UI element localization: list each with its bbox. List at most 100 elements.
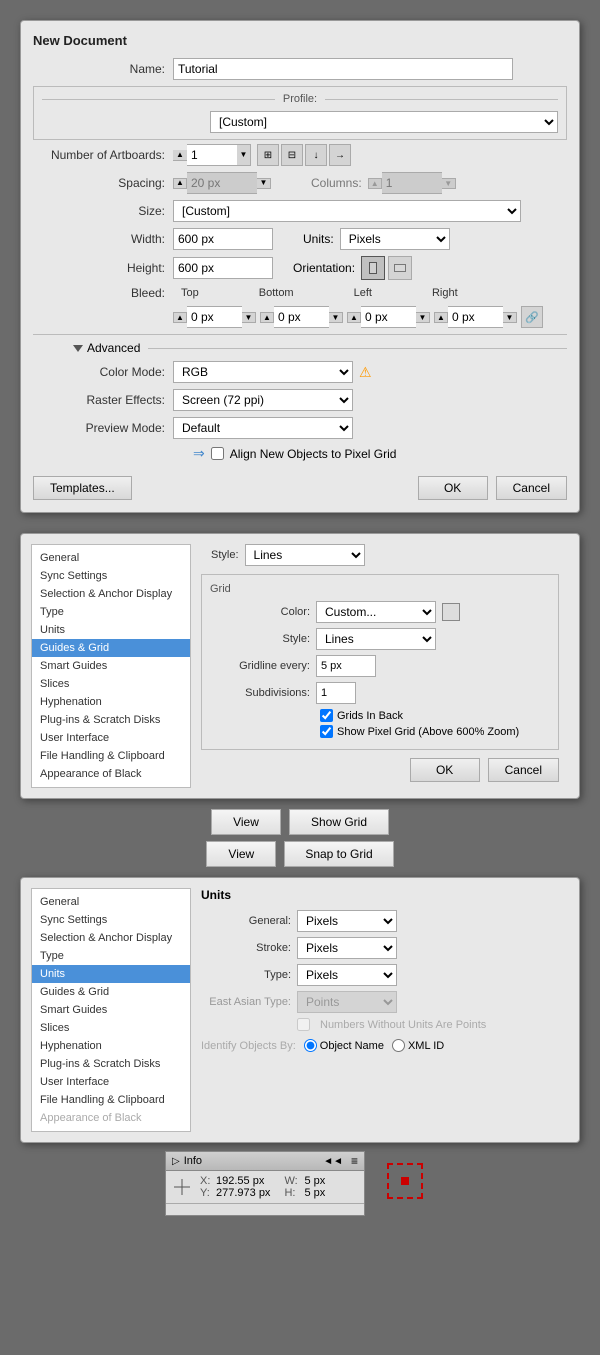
bleed-left-input[interactable]	[361, 306, 416, 328]
bleed-top-spinner[interactable]: ▲ ▼	[173, 306, 256, 328]
name-label: Name:	[33, 62, 173, 76]
sidebar-item-plugins[interactable]: Plug-ins & Scratch Disks	[32, 711, 190, 729]
cancel-button[interactable]: Cancel	[496, 476, 567, 500]
landscape-btn[interactable]	[388, 256, 412, 280]
columns-spinner: ▲ ▼	[368, 172, 456, 194]
grid-layout-btn[interactable]: ⊞	[257, 144, 279, 166]
advanced-toggle[interactable]: Advanced	[73, 341, 567, 355]
guides-style-select[interactable]: Lines	[245, 544, 365, 566]
bleed-left-spinner[interactable]: ▲ ▼	[347, 306, 430, 328]
sidebar-item-ui[interactable]: User Interface	[32, 729, 190, 747]
grid-style-label: Style:	[210, 633, 310, 645]
bleed-right-header: Right	[432, 287, 458, 299]
bottom-sidebar-slices[interactable]: Slices	[32, 1019, 190, 1037]
bottom-sidebar-guides[interactable]: Guides & Grid	[32, 983, 190, 1001]
gridline-every-input[interactable]	[316, 655, 376, 677]
artboards-input[interactable]	[187, 144, 237, 166]
color-mode-select[interactable]: RGB	[173, 361, 353, 383]
preview-mode-row: Preview Mode: Default	[33, 417, 567, 439]
info-triangle-icon: ▷	[172, 1156, 180, 1167]
preview-mode-label: Preview Mode:	[33, 421, 173, 435]
sidebar-item-file-handling[interactable]: File Handling & Clipboard	[32, 747, 190, 765]
bleed-top-input[interactable]	[187, 306, 242, 328]
view-btn-1[interactable]: View	[211, 809, 281, 835]
bleed-right-input[interactable]	[448, 306, 503, 328]
ok-cancel-group: OK Cancel	[418, 476, 567, 500]
show-grid-btn[interactable]: Show Grid	[289, 809, 389, 835]
portrait-btn[interactable]	[361, 256, 385, 280]
spacing-spinner[interactable]: ▲ ▼	[173, 172, 271, 194]
sidebar-item-appearance[interactable]: Appearance of Black	[32, 765, 190, 783]
profile-select[interactable]: [Custom]	[210, 111, 558, 133]
sidebar-item-general[interactable]: General	[32, 549, 190, 567]
height-input[interactable]	[173, 257, 273, 279]
size-select[interactable]: [Custom]	[173, 200, 521, 222]
view-btn-2[interactable]: View	[206, 841, 276, 867]
preview-mode-select[interactable]: Default	[173, 417, 353, 439]
templates-button[interactable]: Templates...	[33, 476, 132, 500]
general-units-select[interactable]: Pixels	[297, 910, 397, 932]
red-square-preview	[375, 1151, 435, 1211]
artboards-spinner[interactable]: ▲ ▼	[173, 144, 251, 166]
east-asian-label: East Asian Type:	[201, 996, 291, 1008]
sidebar-item-hyphenation[interactable]: Hyphenation	[32, 693, 190, 711]
bottom-sidebar-file-handling[interactable]: File Handling & Clipboard	[32, 1091, 190, 1109]
grid-color-select[interactable]: Custom...	[316, 601, 436, 623]
artboards-spin-up[interactable]: ▲	[173, 150, 187, 161]
bottom-sidebar-plugins[interactable]: Plug-ins & Scratch Disks	[32, 1055, 190, 1073]
sidebar-item-units[interactable]: Units	[32, 621, 190, 639]
link-bleed-btn[interactable]: 🔗	[521, 306, 543, 328]
bottom-sidebar-sync[interactable]: Sync Settings	[32, 911, 190, 929]
sidebar-item-smart-guides[interactable]: Smart Guides	[32, 657, 190, 675]
bleed-right-spinner[interactable]: ▲ ▼	[434, 306, 517, 328]
width-input[interactable]	[173, 228, 273, 250]
artboards-spin-down[interactable]: ▼	[237, 144, 251, 166]
info-w-row: W: 5 px	[284, 1175, 325, 1187]
bleed-headers: Top Bottom Left Right	[181, 287, 458, 299]
h-label: H:	[284, 1187, 300, 1199]
bottom-sidebar-type[interactable]: Type	[32, 947, 190, 965]
stroke-units-select[interactable]: Pixels	[297, 937, 397, 959]
bottom-sidebar-appearance[interactable]: Appearance of Black	[32, 1109, 190, 1127]
sidebar-item-guides[interactable]: Guides & Grid	[32, 639, 190, 657]
name-input[interactable]	[173, 58, 513, 80]
bottom-sidebar-units[interactable]: Units	[32, 965, 190, 983]
show-pixel-grid-checkbox[interactable]	[320, 725, 333, 738]
prefs-sidebar: General Sync Settings Selection & Anchor…	[31, 544, 191, 788]
sidebar-item-sync[interactable]: Sync Settings	[32, 567, 190, 585]
raster-effects-select[interactable]: Screen (72 ppi)	[173, 389, 353, 411]
arrow-down-btn[interactable]: ↓	[305, 144, 327, 166]
middle-prefs-cancel-btn[interactable]: Cancel	[488, 758, 559, 782]
middle-prefs-ok-btn[interactable]: OK	[410, 758, 480, 782]
sidebar-item-type[interactable]: Type	[32, 603, 190, 621]
bottom-sidebar-hyphenation[interactable]: Hyphenation	[32, 1037, 190, 1055]
height-row: Height: Orientation:	[33, 256, 567, 280]
bottom-sidebar-selection[interactable]: Selection & Anchor Display	[32, 929, 190, 947]
units-select[interactable]: Pixels	[340, 228, 450, 250]
ok-button[interactable]: OK	[418, 476, 488, 500]
bottom-sidebar-general[interactable]: General	[32, 893, 190, 911]
xml-id-radio[interactable]	[392, 1039, 405, 1052]
bleed-bottom-input[interactable]	[274, 306, 329, 328]
sidebar-item-selection[interactable]: Selection & Anchor Display	[32, 585, 190, 603]
grids-in-back-label: Grids In Back	[337, 710, 403, 722]
bleed-bottom-spinner[interactable]: ▲ ▼	[260, 306, 343, 328]
type-units-select[interactable]: Pixels	[297, 964, 397, 986]
grid-color-swatch[interactable]	[442, 603, 460, 621]
snap-to-grid-btn[interactable]: Snap to Grid	[284, 841, 393, 867]
object-name-radio[interactable]	[304, 1039, 317, 1052]
info-menu-btn[interactable]: ≡	[351, 1154, 358, 1168]
align-checkbox[interactable]	[211, 447, 224, 460]
spacing-spin-up[interactable]: ▲	[173, 178, 187, 189]
grids-in-back-checkbox[interactable]	[320, 709, 333, 722]
arrow-right-btn[interactable]: →	[329, 144, 351, 166]
align-checkbox-row: ⇒ Align New Objects to Pixel Grid	[193, 445, 567, 462]
sidebar-item-slices[interactable]: Slices	[32, 675, 190, 693]
width-label: Width:	[33, 232, 173, 246]
bottom-sidebar-smart-guides[interactable]: Smart Guides	[32, 1001, 190, 1019]
info-collapse-btn[interactable]: ◄◄	[323, 1156, 343, 1167]
bottom-sidebar-ui[interactable]: User Interface	[32, 1073, 190, 1091]
subdivisions-input[interactable]	[316, 682, 356, 704]
grid-style-select[interactable]: Lines	[316, 628, 436, 650]
grid-2h-btn[interactable]: ⊟	[281, 144, 303, 166]
